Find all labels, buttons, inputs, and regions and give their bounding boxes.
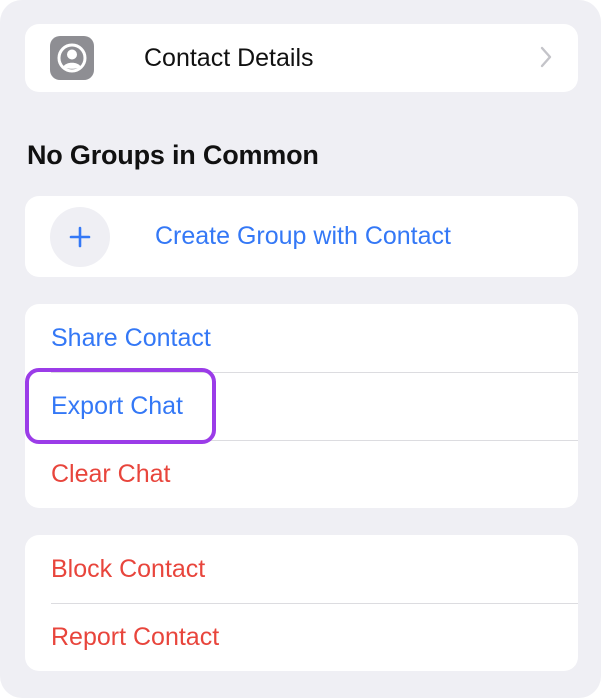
chevron-right-icon: [540, 46, 552, 68]
create-group-row[interactable]: Create Group with Contact: [25, 196, 578, 277]
share-contact-button[interactable]: Share Contact: [25, 304, 578, 372]
create-group-label: Create Group with Contact: [155, 222, 451, 250]
block-contact-button[interactable]: Block Contact: [25, 535, 578, 603]
groups-card: Create Group with Contact: [25, 196, 578, 277]
contact-details-card: Contact Details: [25, 24, 578, 92]
contact-details-label: Contact Details: [144, 43, 314, 72]
clear-chat-button[interactable]: Clear Chat: [25, 440, 578, 508]
person-circle-icon: [50, 36, 94, 80]
chat-actions-card: Share Contact Export Chat Clear Chat: [25, 304, 578, 508]
contact-info-screen: Contact Details No Groups in Common Crea…: [0, 0, 601, 698]
plus-icon: [50, 206, 110, 267]
export-chat-button[interactable]: Export Chat: [25, 372, 578, 440]
report-contact-button[interactable]: Report Contact: [25, 603, 578, 671]
contact-details-row[interactable]: Contact Details: [25, 24, 578, 92]
groups-section-title: No Groups in Common: [27, 140, 319, 170]
safety-actions-card: Block Contact Report Contact: [25, 535, 578, 671]
